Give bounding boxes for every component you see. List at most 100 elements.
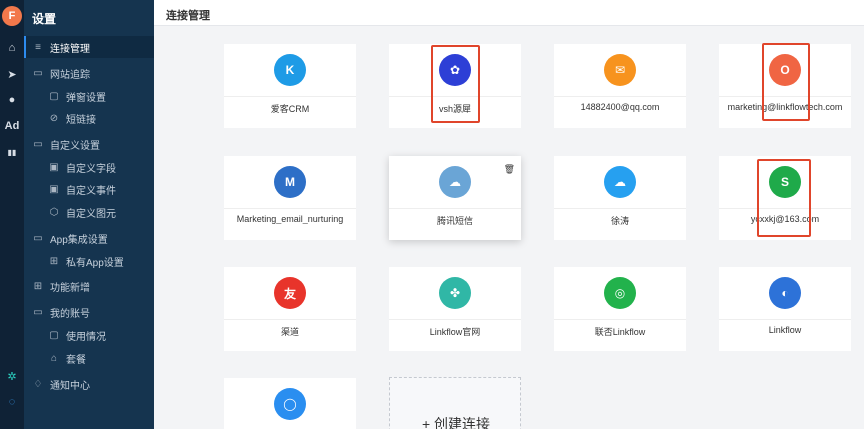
- sidebar-item[interactable]: ▢ 使用情况: [24, 324, 154, 346]
- connection-card[interactable]: ✉ 14882400@qq.com: [554, 44, 686, 128]
- icon-rail: F ⌂ ➤ ● Ad ▮▮ ✲ ◌: [0, 0, 24, 429]
- sidebar-item[interactable]: ▣ 自定义字段: [24, 156, 154, 178]
- connection-name: Marketing_email_nurturing: [236, 214, 344, 224]
- trash-icon[interactable]: 🗑: [504, 164, 515, 175]
- sidebar-item-icon: ⊞: [33, 280, 43, 292]
- sidebar-item-label: 自定义字段: [66, 163, 116, 175]
- sidebar-item[interactable]: ▭ 网站追踪: [24, 62, 154, 84]
- card-divider: [554, 319, 686, 320]
- connection-card[interactable]: 友渠道: [224, 267, 356, 351]
- highlight-box-marketing: [762, 43, 810, 121]
- sidebar-item-label: 网站追踪: [50, 69, 90, 81]
- sidebar-item[interactable]: ▣ 自定义事件: [24, 178, 154, 200]
- connection-logo-icon: 友: [274, 277, 306, 309]
- card-divider: [224, 96, 356, 97]
- connection-name: 腾讯短信: [436, 216, 473, 226]
- sidebar-item[interactable]: ⊞ 私有App设置: [24, 250, 154, 272]
- card-divider: [554, 208, 686, 209]
- sidebar-item-icon: ▢: [49, 90, 59, 102]
- connection-logo-icon: ☁: [604, 166, 636, 198]
- sidebar-item-icon: ▢: [49, 329, 59, 341]
- sidebar-item-label: 自定义事件: [66, 185, 116, 197]
- connection-card[interactable]: ☁ 腾讯短信 🗑: [389, 156, 521, 240]
- connection-name: Linkflow官网: [429, 327, 481, 337]
- sidebar-item-label: 使用情况: [66, 331, 106, 343]
- card-divider: [554, 96, 686, 97]
- connection-logo-icon: ◯: [274, 388, 306, 420]
- card-divider: [389, 208, 521, 209]
- connection-logo-icon: ✉: [604, 54, 636, 86]
- sidebar-item-label: 短链接: [66, 114, 96, 126]
- card-divider: [389, 319, 521, 320]
- sidebar-item-icon: ≡: [35, 41, 41, 53]
- sidebar-item[interactable]: ≡ 连接管理: [24, 36, 154, 58]
- settings-sidebar: 设置 ≡ 连接管理 ▭ 网站追踪 ▢ 弹窗设置 ⊘ 短链接 ▭ 自定义设置 ▣ 自定义字段 ▣ 自定义事件…: [24, 0, 154, 429]
- connection-logo-icon: ◐: [769, 277, 801, 309]
- sidebar-item-label: 自定义图元: [66, 208, 116, 220]
- sidebar-item[interactable]: ▭ 自定义设置: [24, 133, 154, 155]
- connection-card[interactable]: K 爱客CRM: [224, 44, 356, 128]
- sidebar-item-label: 我的账号: [50, 308, 90, 320]
- sidebar-item-icon: ▣: [49, 161, 59, 173]
- sidebar-item-icon: ⊘: [49, 112, 59, 124]
- sidebar-item-label: 功能新增: [50, 282, 90, 294]
- sidebar-item-label: 套餐: [66, 354, 86, 366]
- sidebar-item[interactable]: ▢ 弹窗设置: [24, 85, 154, 107]
- page-header: 连接管理: [154, 0, 864, 26]
- card-divider: [224, 208, 356, 209]
- user-icon[interactable]: ●: [0, 90, 24, 110]
- sidebar-item[interactable]: ⊘ 短链接: [24, 107, 154, 129]
- sidebar-item-label: 通知中心: [50, 380, 90, 392]
- sidebar-title: 设置: [32, 12, 57, 26]
- highlight-box-vsh: [431, 45, 480, 123]
- connection-name: Linkflow: [768, 325, 802, 335]
- home-icon[interactable]: ⌂: [0, 38, 24, 58]
- send-icon[interactable]: ➤: [0, 64, 24, 84]
- sidebar-item-icon: ▣: [49, 183, 59, 195]
- sidebar-item[interactable]: ⬡ 自定义图元: [24, 201, 154, 223]
- connection-card[interactable]: ◐ Linkflow: [719, 267, 851, 351]
- connection-logo-icon: K: [274, 54, 306, 86]
- sidebar-item-label: 自定义设置: [50, 140, 100, 152]
- chat-icon[interactable]: ◌: [0, 392, 24, 412]
- connection-name: 联否Linkflow: [594, 327, 646, 337]
- connection-card[interactable]: ✤ Linkflow官网: [389, 267, 521, 351]
- sidebar-item-label: App集成设置: [50, 234, 108, 246]
- sidebar-item[interactable]: ♢ 通知中心: [24, 373, 154, 395]
- create-connection-button[interactable]: + 创建连接: [389, 377, 521, 429]
- connection-card[interactable]: ◯: [224, 378, 356, 429]
- sidebar-item-icon: ▭: [33, 138, 43, 150]
- connection-card[interactable]: ☁ 徐涛: [554, 156, 686, 240]
- connection-logo-icon: ☁: [439, 166, 471, 198]
- sidebar-item-icon: ▭: [33, 67, 43, 79]
- sidebar-item-label: 弹窗设置: [66, 92, 106, 104]
- sidebar-item-icon: ▭: [33, 306, 43, 318]
- create-connection-label: + 创建连接: [421, 416, 491, 429]
- connection-name: 14882400@qq.com: [580, 102, 660, 112]
- sidebar-item-label: 连接管理: [50, 43, 90, 55]
- sidebar-item-label: 私有App设置: [66, 257, 124, 269]
- connection-name: 徐涛: [610, 216, 629, 226]
- sidebar-item-icon: ⊞: [49, 255, 59, 267]
- highlight-box-163: [757, 159, 811, 237]
- sidebar-item[interactable]: ⌂ 套餐: [24, 347, 154, 369]
- sidebar-item[interactable]: ▭ App集成设置: [24, 227, 154, 249]
- gear-icon[interactable]: ✲: [0, 366, 24, 386]
- connection-logo-icon: ◎: [604, 277, 636, 309]
- app-logo[interactable]: F: [2, 6, 22, 26]
- connection-logo-icon: ✤: [439, 277, 471, 309]
- sidebar-item[interactable]: ▭ 我的账号: [24, 301, 154, 323]
- card-divider: [224, 319, 356, 320]
- sidebar-item[interactable]: ⊞ 功能新增: [24, 275, 154, 297]
- sidebar-item-icon: ⬡: [49, 206, 59, 218]
- connection-name: 渠道: [280, 327, 299, 337]
- ad-icon[interactable]: Ad: [0, 116, 24, 136]
- sidebar-item-icon: ⌂: [50, 352, 58, 364]
- connection-logo-icon: M: [274, 166, 306, 198]
- sidebar-item-icon: ▭: [33, 232, 43, 244]
- sidebar-item-icon: ♢: [33, 378, 43, 390]
- connection-card[interactable]: ◎ 联否Linkflow: [554, 267, 686, 351]
- connection-card[interactable]: M Marketing_email_nurturing: [224, 156, 356, 240]
- page-title: 连接管理: [166, 10, 210, 22]
- bar-chart-icon[interactable]: ▮▮: [0, 142, 24, 162]
